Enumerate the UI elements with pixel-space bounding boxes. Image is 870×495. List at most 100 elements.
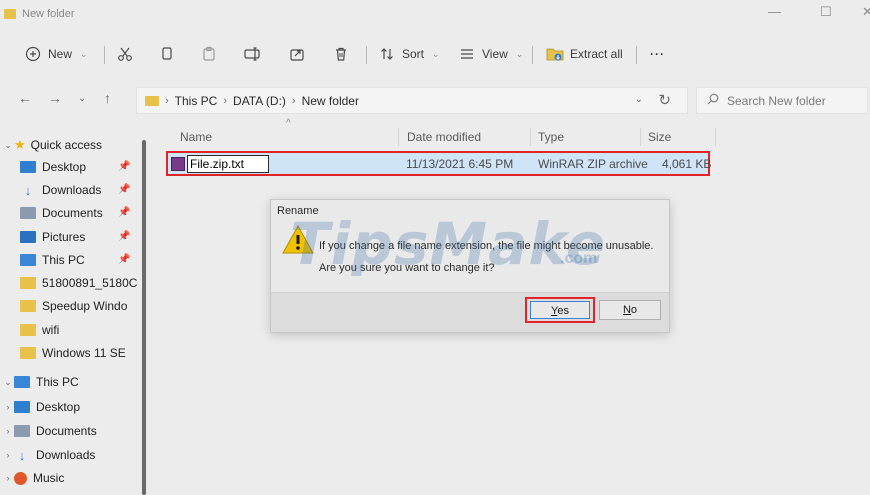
desktop-icon [20,161,36,173]
minimize-button[interactable]: — [768,4,781,19]
sidebar-item-desktop[interactable]: Desktop [20,156,86,178]
trash-icon [332,45,350,63]
separator [636,46,637,64]
dialog-title: Rename [277,205,319,217]
breadcrumb-chevron-icon: › [165,94,169,107]
pin-icon: 📌 [118,231,131,242]
column-header-size[interactable]: Size [648,130,671,144]
extract-all-button[interactable]: Extract all [546,34,623,74]
breadcrumb-this-pc[interactable]: This PC [175,94,218,108]
command-bar: New ⌄ Sort ⌄ View ⌄ Extract all ··· [0,34,870,74]
no-button[interactable]: No [599,300,661,320]
pin-icon: 📌 [118,207,131,218]
address-bar[interactable]: › This PC › DATA (D:) › New folder ⌄ ↻ [136,87,688,114]
folder-icon [145,95,159,106]
navigation-pane: ⌄ ★ Quick access Desktop 📌 ↓ Downloads 📌… [0,126,144,495]
documents-icon [14,425,30,437]
sidebar-item-folder-wifi[interactable]: wifi [20,319,59,341]
file-explorer-window: New folder — ☐ ✕ New ⌄ Sort ⌄ View ⌄ Ext… [0,0,870,495]
address-row: ← → ⌄ ↑ › This PC › DATA (D:) › New fold… [0,82,870,118]
sidebar-item-quick-access[interactable]: ⌄ ★ Quick access [2,134,102,156]
sidebar-item-pc-music[interactable]: › Music [2,467,65,489]
search-input[interactable]: Search New folder [696,87,868,114]
close-button[interactable]: ✕ [862,4,870,20]
sidebar-item-this-pc-quick[interactable]: This PC [20,249,85,271]
table-row[interactable]: File.zip.txt 11/13/2021 6:45 PM WinRAR Z… [166,151,711,176]
paste-button[interactable] [200,34,218,74]
chevron-down-icon: ⌄ [432,48,440,59]
share-button[interactable] [288,34,306,74]
view-label: View [482,47,508,61]
rename-button[interactable] [244,34,262,74]
extract-label: Extract all [570,47,623,61]
pc-icon [14,376,30,388]
sidebar-item-label: Desktop [36,400,81,414]
rename-input[interactable]: File.zip.txt [187,155,269,173]
new-button[interactable]: New ⌄ [24,34,88,74]
breadcrumb-chevron-icon: › [223,94,228,107]
forward-arrow-icon[interactable]: → [48,90,62,106]
more-icon: ··· [650,47,665,61]
pc-icon [20,254,36,266]
delete-button[interactable] [332,34,350,74]
separator [532,46,533,64]
column-divider[interactable] [715,128,716,146]
separator [366,46,367,64]
more-options-button[interactable]: ··· [650,34,665,74]
sidebar-item-pc-documents[interactable]: › Documents [2,420,97,442]
extract-icon [546,45,564,63]
pictures-icon [20,231,36,243]
dialog-message-line1: If you change a file name extension, the… [319,240,654,252]
pin-icon: 📌 [118,254,131,265]
sidebar-item-documents[interactable]: Documents [20,202,103,224]
sidebar-item-pictures[interactable]: Pictures [20,226,85,248]
refresh-icon[interactable]: ↻ [658,91,671,109]
scissors-icon [116,45,134,63]
sidebar-item-pc-desktop[interactable]: › Desktop [2,396,81,418]
sidebar-item-folder-speedup[interactable]: Speedup Windo [20,295,127,317]
sidebar-item-label: Quick access [30,138,103,152]
column-divider[interactable] [398,128,399,146]
maximize-button[interactable]: ☐ [820,4,832,20]
sidebar-item-label: Desktop [42,160,87,174]
sidebar-item-this-pc[interactable]: ⌄ This PC [2,371,78,393]
rename-icon [244,45,262,63]
sidebar-item-label: Speedup Windo [42,299,128,313]
sidebar-item-label: Music [33,471,65,485]
yes-button[interactable]: Yes [530,301,590,319]
download-icon: ↓ [24,182,32,198]
sidebar-item-downloads[interactable]: ↓ Downloads [20,179,102,201]
up-arrow-icon[interactable]: ↑ [104,90,111,106]
no-mnemonic: N [622,304,631,316]
sidebar-item-folder-51800891[interactable]: 51800891_5180C [20,272,137,294]
folder-icon [20,277,36,289]
recent-locations-chevron-icon[interactable]: ⌄ [78,93,86,104]
cut-button[interactable] [116,34,134,74]
column-divider[interactable] [530,128,531,146]
title-bar: New folder — ☐ ✕ [0,0,870,28]
chevron-right-icon: › [6,450,10,460]
cell-date-modified: 11/13/2021 6:45 PM [406,157,514,171]
copy-button[interactable] [158,34,176,74]
desktop-icon [14,401,30,413]
chevron-right-icon: › [6,426,10,436]
breadcrumb-new-folder[interactable]: New folder [302,94,359,108]
column-header-name[interactable]: Name [180,130,212,144]
address-dropdown-chevron-icon[interactable]: ⌄ [635,94,643,105]
sort-button[interactable]: Sort ⌄ [378,34,440,74]
column-divider[interactable] [640,128,641,146]
sidebar-scrollbar[interactable] [142,140,146,495]
column-header-type[interactable]: Type [538,130,564,144]
breadcrumb-chevron-icon: › [291,94,296,107]
view-button[interactable]: View ⌄ [458,34,523,74]
breadcrumb-data-drive[interactable]: DATA (D:) [233,94,286,108]
sidebar-item-label: Pictures [42,230,86,244]
sidebar-item-folder-windows11[interactable]: Windows 11 SE [20,342,126,364]
sidebar-item-label: Documents [36,424,97,438]
chevron-down-icon: ⌄ [515,48,524,59]
column-header-date[interactable]: Date modified [407,130,481,144]
sidebar-item-pc-downloads[interactable]: › ↓ Downloads [2,444,96,466]
separator [104,46,105,64]
back-arrow-icon[interactable]: ← [18,90,32,106]
view-lines-icon [458,45,476,63]
